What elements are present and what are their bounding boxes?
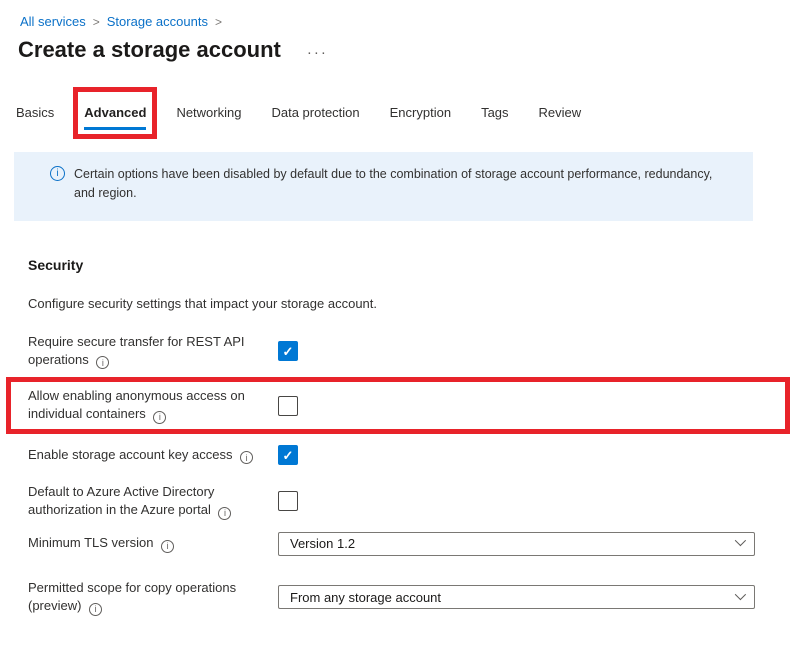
chevron-down-icon — [735, 535, 746, 546]
setting-label: Enable storage account key access i — [28, 446, 278, 465]
info-banner: i Certain options have been disabled by … — [14, 152, 753, 221]
security-settings-list: Require secure transfer for REST API ope… — [28, 333, 790, 616]
secure-transfer-checkbox[interactable] — [278, 341, 298, 361]
setting-label-text: Minimum TLS version — [28, 535, 153, 550]
info-icon[interactable]: i — [96, 356, 109, 369]
info-banner-text: Certain options have been disabled by de… — [74, 165, 726, 204]
breadcrumb: All services > Storage accounts > — [0, 0, 790, 29]
setting-row-key-access: Enable storage account key access i — [28, 445, 790, 465]
setting-row-aad-authorization: Default to Azure Active Directory author… — [28, 483, 790, 520]
section-description: Configure security settings that impact … — [28, 296, 790, 311]
tab-basics[interactable]: Basics — [16, 99, 54, 130]
setting-row-anonymous-access: Allow enabling anonymous access on indiv… — [6, 377, 790, 434]
info-icon: i — [50, 166, 65, 181]
info-icon[interactable]: i — [153, 411, 166, 424]
dropdown-selected-value: Version 1.2 — [290, 536, 355, 551]
info-icon[interactable]: i — [89, 603, 102, 616]
anonymous-access-checkbox[interactable] — [278, 396, 298, 416]
tab-label: Tags — [481, 105, 508, 120]
aad-authorization-checkbox[interactable] — [278, 491, 298, 511]
setting-label-text: Default to Azure Active Directory author… — [28, 484, 214, 517]
copy-scope-dropdown[interactable]: From any storage account — [278, 585, 755, 609]
chevron-down-icon — [735, 589, 746, 600]
setting-label-text: Permitted scope for copy operations (pre… — [28, 580, 236, 613]
tab-review[interactable]: Review — [539, 99, 582, 130]
tab-encryption[interactable]: Encryption — [390, 99, 451, 130]
setting-label: Require secure transfer for REST API ope… — [28, 333, 278, 370]
breadcrumb-link-storage-accounts[interactable]: Storage accounts — [107, 14, 208, 29]
tab-bar: Basics Advanced Networking Data protecti… — [16, 99, 790, 130]
page-title: Create a storage account — [18, 37, 281, 63]
setting-label: Default to Azure Active Directory author… — [28, 483, 278, 520]
tab-label: Data protection — [271, 105, 359, 120]
tab-data-protection[interactable]: Data protection — [271, 99, 359, 130]
tab-label: Networking — [176, 105, 241, 120]
tab-tags[interactable]: Tags — [481, 99, 508, 130]
tab-label: Encryption — [390, 105, 451, 120]
setting-row-tls-version: Minimum TLS version i Version 1.2 — [28, 532, 790, 556]
more-options-button[interactable]: ··· — [307, 41, 328, 60]
breadcrumb-separator: > — [93, 15, 100, 29]
key-access-checkbox[interactable] — [278, 445, 298, 465]
dropdown-selected-value: From any storage account — [290, 590, 441, 605]
setting-row-secure-transfer: Require secure transfer for REST API ope… — [28, 333, 790, 370]
tab-advanced[interactable]: Advanced — [84, 99, 146, 130]
tls-version-dropdown[interactable]: Version 1.2 — [278, 532, 755, 556]
tab-networking[interactable]: Networking — [176, 99, 241, 130]
setting-label: Allow enabling anonymous access on indiv… — [28, 387, 278, 424]
setting-label-text: Require secure transfer for REST API ope… — [28, 334, 245, 367]
setting-label-text: Enable storage account key access — [28, 447, 233, 462]
tab-label: Review — [539, 105, 582, 120]
setting-label-text: Allow enabling anonymous access on indiv… — [28, 388, 245, 421]
breadcrumb-separator: > — [215, 15, 222, 29]
breadcrumb-link-all-services[interactable]: All services — [20, 14, 86, 29]
setting-row-copy-scope: Permitted scope for copy operations (pre… — [28, 579, 790, 616]
setting-label: Permitted scope for copy operations (pre… — [28, 579, 278, 616]
info-icon[interactable]: i — [218, 507, 231, 520]
info-icon[interactable]: i — [161, 540, 174, 553]
info-icon[interactable]: i — [240, 451, 253, 464]
section-heading-security: Security — [28, 257, 790, 273]
setting-label: Minimum TLS version i — [28, 534, 278, 553]
tab-label: Advanced — [84, 105, 146, 120]
tab-label: Basics — [16, 105, 54, 120]
